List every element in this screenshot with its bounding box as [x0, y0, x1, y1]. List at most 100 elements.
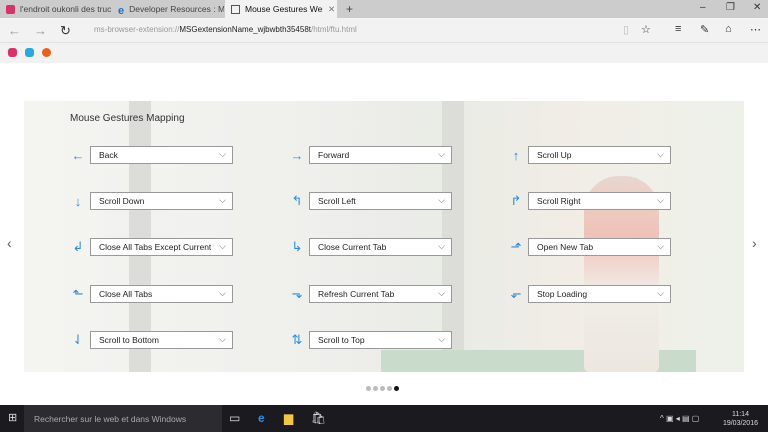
chevron-down-icon: ⌵: [219, 195, 226, 205]
gesture-arrow-icon: ⬎: [291, 286, 303, 301]
chevron-down-icon: ⌵: [657, 149, 664, 159]
address-bar: ← → ↻ ms-browser-extension://MSGextensio…: [0, 18, 768, 43]
store-icon[interactable]: 🛍: [311, 411, 326, 425]
gesture-action-select[interactable]: Open New Tab ⌵: [528, 238, 671, 256]
selected-action: Scroll to Top: [318, 335, 365, 345]
favorite-star-icon[interactable]: ☆: [641, 23, 651, 36]
tab-2[interactable]: e Developer Resources : Micr: [112, 0, 224, 18]
page-content: ‹ › Mouse Gestures Mapping ← Back ⌵ → Forw…: [0, 63, 768, 405]
gesture-arrow-icon: ⬑: [72, 286, 84, 301]
tab-label: l'endroit oukonli des trucs s: [20, 4, 111, 14]
gesture-row: ← Back ⌵: [66, 146, 233, 164]
selected-action: Forward: [318, 150, 350, 160]
gesture-row: ⇃ Scroll to Bottom ⌵: [66, 331, 233, 349]
gesture-action-select[interactable]: Scroll Down ⌵: [90, 192, 233, 210]
taskbar: ⊞ Rechercher sur le web et dans Windows …: [0, 405, 768, 432]
gesture-arrow-icon: ↲: [72, 239, 84, 254]
tab-3[interactable]: Mouse Gestures Welcor ✕: [225, 0, 337, 18]
gesture-row: ↱ Scroll Right ⌵: [504, 192, 671, 210]
chevron-down-icon: ⌵: [438, 334, 445, 344]
date: 19/03/2016: [722, 420, 758, 427]
gesture-arrow-icon: ⇃: [72, 332, 84, 347]
gesture-action-select[interactable]: Scroll to Bottom ⌵: [90, 331, 233, 349]
chevron-down-icon: ⌵: [438, 288, 445, 298]
page-icon: [231, 4, 240, 14]
selected-action: Close Current Tab: [318, 242, 387, 252]
back-icon[interactable]: ←: [8, 23, 21, 38]
previous-slide-icon[interactable]: ‹: [7, 235, 12, 251]
selected-action: Refresh Current Tab: [318, 289, 395, 299]
gesture-arrow-icon: ↓: [74, 193, 82, 209]
gesture-row: ↲ Close All Tabs Except Current ⌵: [66, 238, 233, 256]
refresh-icon[interactable]: ↻: [60, 23, 71, 39]
close-window-icon[interactable]: ✕: [753, 2, 761, 13]
selected-action: Close All Tabs: [99, 289, 153, 299]
chevron-down-icon: ⌵: [219, 241, 226, 251]
favorite-icon[interactable]: [25, 48, 34, 57]
site-icon: [6, 4, 15, 14]
gesture-action-select[interactable]: Scroll Left ⌵: [309, 192, 452, 210]
time: 11:14: [731, 411, 749, 418]
selected-action: Scroll Right: [537, 196, 581, 206]
selected-action: Scroll Down: [99, 196, 145, 206]
slide-indicator: [366, 386, 399, 391]
favorite-icon[interactable]: [8, 48, 17, 57]
chevron-down-icon: ⌵: [657, 288, 664, 298]
selected-action: Scroll to Bottom: [99, 335, 159, 345]
tab-1[interactable]: l'endroit oukonli des trucs s: [0, 0, 111, 18]
selected-action: Scroll Up: [537, 150, 572, 160]
chevron-down-icon: ⌵: [438, 241, 445, 251]
gesture-row: ⬎ Refresh Current Tab ⌵: [285, 285, 452, 303]
edge-taskbar-icon[interactable]: e: [258, 411, 265, 425]
gesture-action-select[interactable]: Refresh Current Tab ⌵: [309, 285, 452, 303]
slide-dot[interactable]: [373, 386, 378, 391]
new-tab-button[interactable]: +: [340, 0, 353, 18]
web-note-icon[interactable]: ✎: [700, 23, 709, 36]
forward-icon[interactable]: →: [34, 23, 47, 38]
gestures-banner: Mouse Gestures Mapping ← Back ⌵ → Forward ⌵…: [24, 101, 744, 372]
gesture-action-select[interactable]: Forward ⌵: [309, 146, 452, 164]
tray-icons[interactable]: ^ ▣ ◂ ▤ ▢: [660, 414, 699, 423]
chevron-down-icon: ⌵: [438, 149, 445, 159]
gesture-row: ↰ Scroll Left ⌵: [285, 192, 452, 210]
gesture-action-select[interactable]: Close All Tabs ⌵: [90, 285, 233, 303]
gesture-row: ↳ Close Current Tab ⌵: [285, 238, 452, 256]
task-view-icon[interactable]: ▭: [229, 411, 240, 425]
slide-dot[interactable]: [394, 386, 399, 391]
gesture-action-select[interactable]: Scroll Up ⌵: [528, 146, 671, 164]
clock[interactable]: 11:14 19/03/2016: [723, 410, 758, 428]
selected-action: Open New Tab: [537, 242, 594, 252]
gesture-row: ⬐ Stop Loading ⌵: [504, 285, 671, 303]
taskbar-search[interactable]: Rechercher sur le web et dans Windows: [24, 405, 222, 432]
favorite-icon[interactable]: [42, 48, 51, 57]
reading-view-icon[interactable]: ▯: [623, 23, 629, 36]
next-slide-icon[interactable]: ›: [752, 235, 757, 251]
tab-bar: l'endroit oukonli des trucs s e Developer…: [0, 0, 768, 18]
gesture-row: ↑ Scroll Up ⌵: [504, 146, 671, 164]
minimize-icon[interactable]: –: [700, 2, 706, 13]
slide-dot[interactable]: [366, 386, 371, 391]
slide-dot[interactable]: [380, 386, 385, 391]
url-field[interactable]: ms-browser-extension://MSGextensionName_…: [94, 25, 357, 34]
share-icon[interactable]: ⌂: [725, 23, 732, 35]
gesture-action-select[interactable]: Close All Tabs Except Current ⌵: [90, 238, 233, 256]
gesture-action-select[interactable]: Back ⌵: [90, 146, 233, 164]
start-icon[interactable]: ⊞: [8, 411, 17, 424]
gesture-action-select[interactable]: Scroll to Top ⌵: [309, 331, 452, 349]
hub-icon[interactable]: ≡: [675, 23, 681, 35]
gesture-row: → Forward ⌵: [285, 146, 452, 164]
gesture-action-select[interactable]: Scroll Right ⌵: [528, 192, 671, 210]
url-prefix: ms-browser-extension://: [94, 25, 180, 34]
gesture-action-select[interactable]: Close Current Tab ⌵: [309, 238, 452, 256]
gesture-row: ⇅ Scroll to Top ⌵: [285, 331, 452, 349]
gesture-arrow-icon: →: [290, 147, 304, 163]
selected-action: Close All Tabs Except Current: [99, 242, 212, 252]
file-explorer-icon[interactable]: ▆: [284, 411, 293, 425]
tab-label: Developer Resources : Micr: [129, 4, 224, 14]
gesture-action-select[interactable]: Stop Loading ⌵: [528, 285, 671, 303]
more-icon[interactable]: ⋯: [750, 23, 761, 36]
slide-dot[interactable]: [387, 386, 392, 391]
close-tab-icon[interactable]: ✕: [328, 4, 335, 15]
maximize-icon[interactable]: ❐: [726, 2, 735, 13]
edge-icon: e: [118, 4, 125, 17]
